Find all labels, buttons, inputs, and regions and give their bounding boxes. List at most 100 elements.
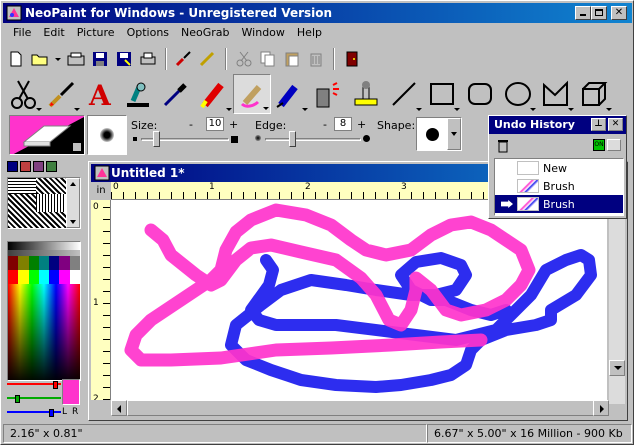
stamp-tool[interactable]	[347, 74, 385, 114]
chevron-down-icon[interactable]	[74, 108, 80, 111]
paste-icon[interactable]	[281, 48, 303, 70]
magnifier-tool[interactable]	[119, 74, 157, 114]
rgb-sliders[interactable]	[7, 381, 63, 417]
chevron-down-icon[interactable]	[416, 108, 422, 111]
scroll-thumb[interactable]	[127, 400, 597, 416]
edge-slider-track[interactable]	[265, 138, 361, 141]
trash-icon[interactable]	[497, 139, 509, 153]
chevron-down-icon[interactable]	[530, 108, 536, 111]
shape-dropdown-button[interactable]	[447, 118, 461, 150]
scissors-tool[interactable]	[5, 74, 43, 114]
chevron-down-icon[interactable]	[226, 108, 232, 111]
ellipse-tool[interactable]	[499, 74, 537, 114]
rectangle-tool[interactable]	[423, 74, 461, 114]
spray-tool[interactable]	[309, 74, 347, 114]
chevron-down-icon[interactable]	[263, 107, 269, 110]
scroll-left-button[interactable]	[111, 400, 127, 416]
edge-minus[interactable]: -	[323, 118, 327, 131]
chevron-down-icon[interactable]	[36, 108, 42, 111]
canvas[interactable]	[111, 200, 607, 404]
open-recent-icon[interactable]	[53, 48, 63, 70]
swap-colors-icon[interactable]	[72, 142, 82, 152]
save-icon[interactable]	[89, 48, 111, 70]
line-tool[interactable]	[385, 74, 423, 114]
cut-icon[interactable]	[233, 48, 255, 70]
spray-bottle-icon	[276, 84, 298, 108]
rounded-rectangle-tool[interactable]	[461, 74, 499, 114]
airbrush-tool[interactable]	[233, 74, 271, 114]
exit-icon[interactable]	[341, 48, 363, 70]
menu-options[interactable]: Options	[121, 26, 175, 39]
chevron-down-icon[interactable]	[454, 108, 460, 111]
chevron-down-icon[interactable]	[568, 108, 574, 111]
menu-file[interactable]: File	[7, 26, 37, 39]
scroll-down-button[interactable]	[609, 360, 625, 376]
current-tool-preview[interactable]	[9, 115, 85, 155]
cube-tool[interactable]	[575, 74, 613, 114]
brush-options-icon[interactable]	[173, 48, 195, 70]
pattern-list[interactable]	[7, 177, 81, 229]
right-button-label[interactable]: R	[72, 407, 78, 417]
marker-icon	[200, 82, 224, 109]
menu-picture[interactable]: Picture	[71, 26, 121, 39]
fill-tool[interactable]	[271, 74, 309, 114]
maximize-button[interactable]	[591, 6, 607, 20]
save-as-icon[interactable]	[113, 48, 135, 70]
texture-fill-icon[interactable]	[46, 160, 57, 172]
edge-slider-thumb[interactable]	[289, 131, 296, 147]
edge-plus[interactable]: +	[357, 118, 366, 131]
print-icon[interactable]	[137, 48, 159, 70]
polygon-tool[interactable]	[537, 74, 575, 114]
undo-history-list[interactable]: New Brush Brush	[494, 158, 624, 216]
menu-neograb[interactable]: NeoGrab	[175, 26, 236, 39]
pencil-options-icon[interactable]	[197, 48, 219, 70]
pattern-fill-icon[interactable]	[20, 160, 31, 172]
close-icon[interactable]: ✕	[608, 118, 623, 131]
document-icon	[94, 165, 110, 181]
color-palette[interactable]	[7, 241, 81, 381]
pin-icon[interactable]: ⊥	[591, 118, 606, 131]
edge-value[interactable]: 8	[334, 117, 352, 131]
minimize-button[interactable]	[575, 6, 591, 20]
delete-icon[interactable]	[305, 48, 327, 70]
pattern-scrollbar[interactable]	[66, 178, 80, 228]
brush-shape-preview[interactable]	[87, 115, 127, 155]
new-icon[interactable]	[5, 48, 27, 70]
dropper-tool[interactable]	[157, 74, 195, 114]
size-slider-thumb[interactable]	[153, 131, 160, 147]
marker-tool[interactable]	[195, 74, 233, 114]
undo-history-item-current[interactable]: Brush	[495, 195, 623, 213]
power-toggle-icon[interactable]: ON	[593, 139, 605, 151]
undo-history-item[interactable]: Brush	[495, 177, 623, 195]
vertical-scrollbar[interactable]	[609, 200, 625, 404]
scan-icon[interactable]	[65, 48, 87, 70]
current-color-swatch[interactable]	[62, 379, 80, 405]
shape-dropdown[interactable]	[416, 117, 462, 151]
ruler-unit[interactable]: in	[91, 182, 111, 200]
close-button[interactable]: ✕	[611, 6, 627, 20]
copy-icon[interactable]	[257, 48, 279, 70]
brush-tool[interactable]	[43, 74, 81, 114]
menu-edit[interactable]: Edit	[37, 26, 70, 39]
horizontal-scrollbar[interactable]	[111, 400, 609, 416]
size-plus[interactable]: +	[229, 118, 238, 131]
text-icon: A	[88, 79, 112, 109]
chevron-down-icon[interactable]	[302, 108, 308, 111]
vertical-ruler: 0 1 2	[91, 200, 111, 400]
ellipse-icon	[505, 82, 531, 106]
menu-help[interactable]: Help	[291, 26, 328, 39]
size-minus[interactable]: -	[189, 118, 193, 131]
undo-history-item[interactable]: New	[495, 159, 623, 177]
title-bar: NeoPaint for Windows - Unregistered Vers…	[3, 3, 632, 23]
size-value[interactable]: 10	[206, 117, 224, 131]
svg-text:A: A	[88, 79, 112, 109]
menu-window[interactable]: Window	[236, 26, 291, 39]
text-tool[interactable]: A	[81, 74, 119, 114]
chevron-down-icon[interactable]	[606, 108, 612, 111]
scroll-right-button[interactable]	[593, 400, 609, 416]
left-button-label[interactable]: L	[62, 407, 67, 417]
solid-fill-icon[interactable]	[7, 160, 18, 172]
undo-options-button[interactable]	[607, 139, 621, 151]
gradient-fill-icon[interactable]	[33, 160, 44, 172]
open-icon[interactable]	[29, 48, 51, 70]
